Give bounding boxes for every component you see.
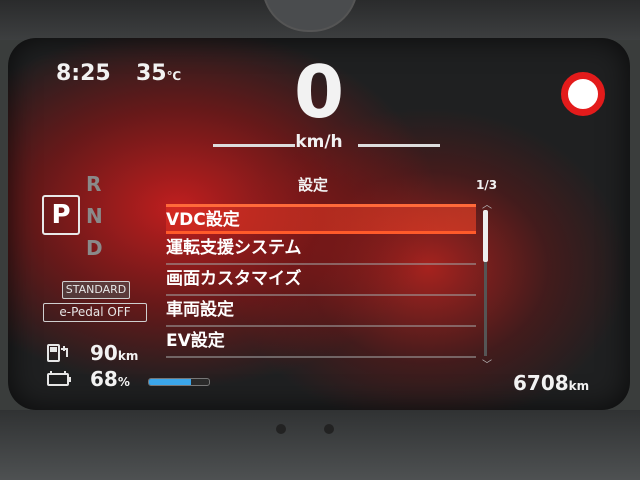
menu-item-vehicle-settings[interactable]: 車両設定 xyxy=(166,297,476,327)
menu-page-indicator: 1/3 xyxy=(476,178,498,192)
speed-unit: km/h xyxy=(295,132,343,152)
speed-limit-sign-icon xyxy=(561,72,605,116)
battery-percentage-unit: % xyxy=(117,375,130,389)
gear-drive: D xyxy=(86,236,103,260)
drive-mode-badge: STANDARD xyxy=(62,281,130,299)
gear-reverse: R xyxy=(86,172,102,196)
battery-percentage: 68% xyxy=(90,367,130,391)
menu-item-vdc-settings[interactable]: VDC設定 xyxy=(166,204,476,234)
instrument-cluster-screen: 8:25 35℃ 0 km/h P R N D STANDARD e-Pedal… xyxy=(8,38,630,410)
menu-item-driving-assist[interactable]: 運転支援システム xyxy=(166,235,476,265)
dashboard-button[interactable] xyxy=(324,424,334,434)
odometer-value: 6708 xyxy=(513,371,569,395)
scroll-down-icon[interactable]: ﹀ xyxy=(482,356,492,371)
menu-title: 設定 xyxy=(298,176,329,194)
scroll-up-icon[interactable]: ︿ xyxy=(482,196,492,211)
battery-percentage-value: 68 xyxy=(90,367,118,391)
menu-item-ev-settings[interactable]: EV設定 xyxy=(166,328,476,358)
battery-level-fill xyxy=(149,379,191,385)
odometer-unit: km xyxy=(568,379,590,393)
speed-divider-right xyxy=(358,144,440,147)
ev-range-value: 90 xyxy=(90,341,118,365)
ev-range: 90km xyxy=(90,341,138,365)
speed-value: 0 xyxy=(293,50,345,134)
gear-neutral: N xyxy=(86,204,103,228)
epedal-badge: e-Pedal OFF xyxy=(43,303,147,322)
menu-item-screen-customize[interactable]: 画面カスタマイズ xyxy=(166,266,476,296)
ev-range-unit: km xyxy=(117,349,139,363)
battery-icon xyxy=(47,371,71,386)
ev-range-icon xyxy=(47,344,68,362)
dashboard-bezel-bottom xyxy=(0,410,640,480)
battery-level-bar xyxy=(148,378,210,386)
gear-park-indicator: P xyxy=(42,195,80,235)
dashboard-button[interactable] xyxy=(276,424,286,434)
menu-scrollbar-thumb[interactable] xyxy=(483,210,488,262)
odometer: 6708km xyxy=(513,371,589,395)
